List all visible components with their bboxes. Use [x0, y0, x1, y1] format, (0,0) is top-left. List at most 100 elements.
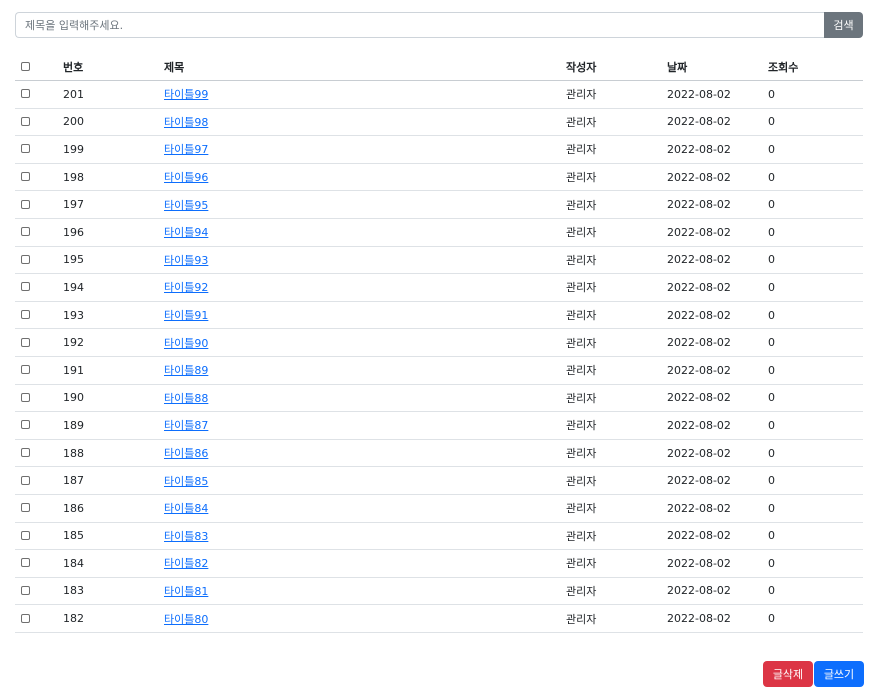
table-header-row: 번호 제목 작성자 날짜 조회수: [15, 53, 863, 81]
row-number: 184: [63, 549, 164, 578]
row-checkbox[interactable]: [21, 503, 30, 513]
row-title-link[interactable]: 타이틀80: [164, 613, 208, 626]
select-all-checkbox[interactable]: [21, 61, 30, 71]
row-title-cell: 타이틀86: [164, 439, 566, 468]
row-title-link[interactable]: 타이틀83: [164, 530, 208, 543]
row-title-link[interactable]: 타이틀89: [164, 364, 208, 377]
row-checkbox[interactable]: [21, 199, 30, 209]
row-number: 186: [63, 494, 164, 523]
row-checkbox[interactable]: [21, 282, 30, 292]
row-writer: 관리자: [566, 163, 667, 192]
row-title-link[interactable]: 타이틀92: [164, 281, 208, 294]
row-checkbox[interactable]: [21, 254, 30, 264]
row-number: 190: [63, 384, 164, 413]
row-checkbox[interactable]: [21, 365, 30, 375]
row-writer: 관리자: [566, 356, 667, 385]
row-checkbox[interactable]: [21, 530, 30, 540]
search-input[interactable]: [15, 12, 824, 38]
delete-post-button[interactable]: 글삭제: [763, 661, 813, 687]
row-number: 182: [63, 604, 164, 633]
row-title-link[interactable]: 타이틀91: [164, 309, 208, 322]
row-date: 2022-08-02: [667, 439, 768, 468]
row-title-link[interactable]: 타이틀85: [164, 475, 208, 488]
row-date: 2022-08-02: [667, 466, 768, 495]
row-title-link[interactable]: 타이틀90: [164, 337, 208, 350]
row-title-link[interactable]: 타이틀86: [164, 447, 208, 460]
row-views: 0: [768, 411, 863, 440]
row-checkbox[interactable]: [21, 392, 30, 402]
row-writer: 관리자: [566, 190, 667, 219]
row-checkbox[interactable]: [21, 448, 30, 458]
row-checkbox[interactable]: [21, 89, 30, 99]
row-title-link[interactable]: 타이틀88: [164, 392, 208, 405]
row-checkbox[interactable]: [21, 475, 30, 485]
row-number: 187: [63, 466, 164, 495]
row-check-cell: [15, 604, 63, 633]
row-check-cell: [15, 411, 63, 440]
row-number: 197: [63, 190, 164, 219]
row-checkbox[interactable]: [21, 337, 30, 347]
row-title-cell: 타이틀87: [164, 411, 566, 440]
row-title-cell: 타이틀92: [164, 273, 566, 302]
row-title-cell: 타이틀97: [164, 135, 566, 164]
row-title-cell: 타이틀82: [164, 549, 566, 578]
row-title-cell: 타이틀81: [164, 577, 566, 606]
row-views: 0: [768, 328, 863, 357]
row-writer: 관리자: [566, 549, 667, 578]
row-check-cell: [15, 384, 63, 413]
write-post-button[interactable]: 글쓰기: [814, 661, 864, 687]
row-title-link[interactable]: 타이틀94: [164, 226, 208, 239]
row-checkbox[interactable]: [21, 585, 30, 595]
header-title: 제목: [164, 53, 566, 81]
row-writer: 관리자: [566, 328, 667, 357]
table-row: 185 타이틀83 관리자 2022-08-02 0: [15, 522, 863, 551]
row-views: 0: [768, 522, 863, 551]
row-views: 0: [768, 163, 863, 192]
row-check-cell: [15, 135, 63, 164]
row-checkbox[interactable]: [21, 116, 30, 126]
row-title-link[interactable]: 타이틀97: [164, 143, 208, 156]
row-title-link[interactable]: 타이틀81: [164, 585, 208, 598]
header-views: 조회수: [768, 53, 863, 81]
row-checkbox[interactable]: [21, 310, 30, 320]
search-button[interactable]: 검색: [824, 12, 863, 38]
row-number: 189: [63, 411, 164, 440]
row-date: 2022-08-02: [667, 356, 768, 385]
row-title-cell: 타이틀89: [164, 356, 566, 385]
row-checkbox[interactable]: [21, 227, 30, 237]
row-views: 0: [768, 246, 863, 275]
row-check-cell: [15, 439, 63, 468]
table-row: 192 타이틀90 관리자 2022-08-02 0: [15, 328, 863, 357]
row-views: 0: [768, 466, 863, 495]
row-date: 2022-08-02: [667, 80, 768, 109]
row-views: 0: [768, 135, 863, 164]
header-number: 번호: [63, 53, 164, 81]
row-title-link[interactable]: 타이틀96: [164, 171, 208, 184]
table-row: 183 타이틀81 관리자 2022-08-02 0: [15, 577, 863, 606]
row-title-link[interactable]: 타이틀99: [164, 88, 208, 101]
row-number: 183: [63, 577, 164, 606]
row-date: 2022-08-02: [667, 301, 768, 330]
row-title-link[interactable]: 타이틀87: [164, 419, 208, 432]
row-number: 195: [63, 246, 164, 275]
row-writer: 관리자: [566, 135, 667, 164]
row-writer: 관리자: [566, 273, 667, 302]
row-title-link[interactable]: 타이틀82: [164, 557, 208, 570]
table-row: 194 타이틀92 관리자 2022-08-02 0: [15, 273, 863, 302]
table-row: 199 타이틀97 관리자 2022-08-02 0: [15, 135, 863, 164]
table-row: 184 타이틀82 관리자 2022-08-02 0: [15, 549, 863, 578]
row-title-link[interactable]: 타이틀93: [164, 254, 208, 267]
row-number: 200: [63, 108, 164, 137]
row-title-link[interactable]: 타이틀98: [164, 116, 208, 129]
row-checkbox[interactable]: [21, 558, 30, 568]
row-views: 0: [768, 384, 863, 413]
table-row: 200 타이틀98 관리자 2022-08-02 0: [15, 108, 863, 137]
row-checkbox[interactable]: [21, 144, 30, 154]
row-checkbox[interactable]: [21, 420, 30, 430]
row-checkbox[interactable]: [21, 172, 30, 182]
row-views: 0: [768, 439, 863, 468]
row-title-link[interactable]: 타이틀84: [164, 502, 208, 515]
row-date: 2022-08-02: [667, 604, 768, 633]
row-title-link[interactable]: 타이틀95: [164, 199, 208, 212]
row-checkbox[interactable]: [21, 613, 30, 623]
